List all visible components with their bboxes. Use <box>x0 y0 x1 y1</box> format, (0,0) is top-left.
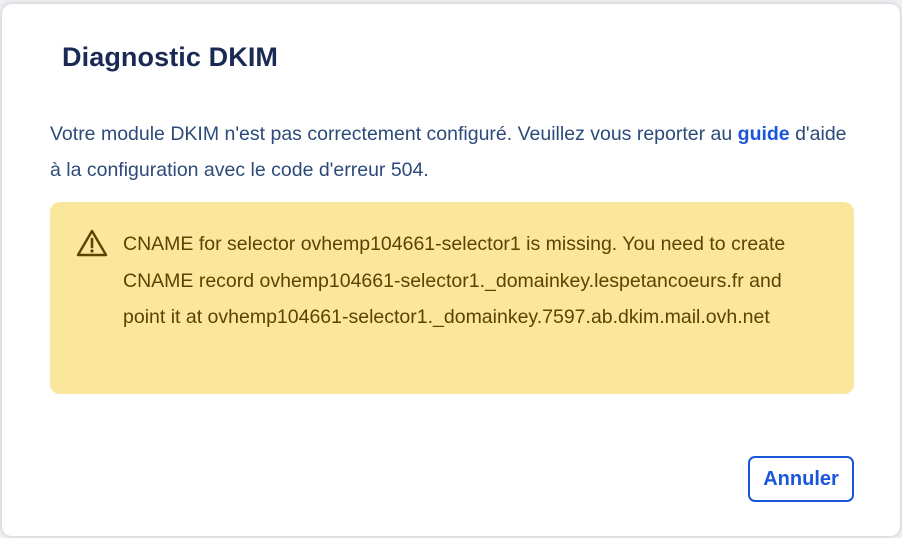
cancel-button[interactable]: Annuler <box>748 456 854 502</box>
alert-message: CNAME for selector ovhemp104661-selector… <box>123 233 786 328</box>
message-text-start: Votre module DKIM n'est pas correctement… <box>50 123 738 145</box>
guide-link[interactable]: guide <box>738 123 790 145</box>
dialog-title: Diagnostic DKIM <box>62 42 279 72</box>
dialog-message: Votre module DKIM n'est pas correctement… <box>50 116 860 188</box>
warning-alert: CNAME for selector ovhemp104661-selector… <box>50 202 854 394</box>
warning-triangle-icon <box>76 229 108 257</box>
diagnostic-dkim-dialog: Diagnostic DKIM Votre module DKIM n'est … <box>2 4 900 536</box>
